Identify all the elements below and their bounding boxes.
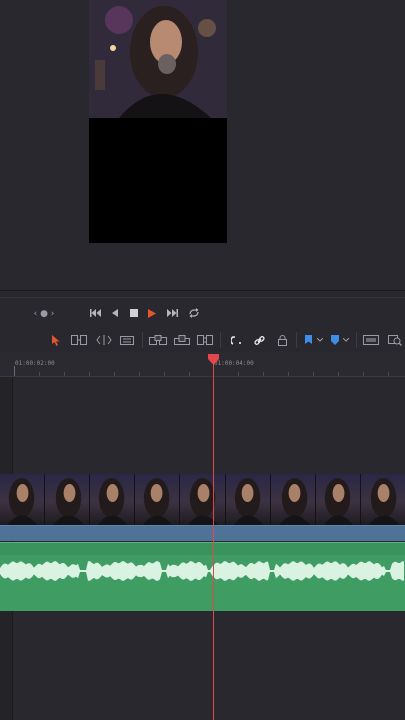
skip-to-end-icon bbox=[167, 309, 178, 317]
stop-icon bbox=[130, 309, 138, 317]
ruler-tick bbox=[313, 372, 314, 376]
flag-button[interactable] bbox=[302, 333, 326, 347]
video-clip[interactable] bbox=[0, 474, 405, 541]
clip-thumbnail bbox=[0, 474, 46, 525]
toolbar-divider bbox=[142, 332, 143, 348]
ruler-tick bbox=[288, 372, 289, 376]
skip-to-end-button[interactable] bbox=[164, 306, 180, 320]
trim-icon bbox=[71, 335, 87, 345]
marker-button[interactable] bbox=[328, 333, 352, 347]
snapping-button[interactable] bbox=[228, 333, 244, 347]
replace-clip-button[interactable] bbox=[196, 333, 214, 347]
playhead-handle[interactable] bbox=[208, 354, 219, 365]
ruler-label-2s: 01:00:02:00 bbox=[15, 360, 55, 367]
trim-edit-mode-button[interactable] bbox=[70, 333, 88, 347]
ruler-tick bbox=[164, 372, 165, 376]
ruler-tick bbox=[89, 372, 90, 376]
blade-icon bbox=[120, 335, 134, 345]
timecode-ruler[interactable]: 01:00:02:00 01:00:04:00 bbox=[0, 352, 405, 377]
preview-letterbox bbox=[89, 118, 227, 243]
ruler-tick bbox=[139, 372, 140, 376]
position-lock-button[interactable] bbox=[274, 333, 290, 347]
ruler-tick bbox=[263, 372, 264, 376]
video-clip-name-bar bbox=[0, 525, 405, 541]
lock-icon bbox=[277, 334, 287, 346]
arrow-pointer-icon bbox=[52, 334, 60, 346]
clip-nav-dots[interactable]: ‹ ● › bbox=[30, 308, 58, 320]
overwrite-clip-icon bbox=[174, 335, 190, 345]
edit-toolbar bbox=[0, 328, 405, 352]
replace-clip-icon bbox=[197, 335, 213, 345]
play-button[interactable] bbox=[145, 306, 159, 320]
ruler-tick bbox=[64, 372, 65, 376]
clip-thumbnail bbox=[270, 474, 316, 525]
ruler-tick bbox=[114, 372, 115, 376]
audio-clip[interactable] bbox=[0, 542, 405, 611]
clip-thumbnail bbox=[180, 474, 226, 525]
magnet-icon bbox=[230, 335, 241, 345]
dynamic-trim-mode-button[interactable] bbox=[95, 333, 113, 347]
clip-thumbnail bbox=[360, 474, 405, 525]
transport-controls: ‹ ● › bbox=[0, 300, 405, 328]
zoom-full-button[interactable] bbox=[361, 333, 381, 347]
ruler-tick bbox=[338, 372, 339, 376]
zoom-detail-button[interactable] bbox=[386, 333, 404, 347]
chevron-down-icon bbox=[343, 338, 349, 342]
clip-thumbnail bbox=[90, 474, 136, 525]
ruler-tick bbox=[14, 366, 15, 376]
play-icon bbox=[148, 308, 156, 318]
clip-thumbnail bbox=[135, 474, 181, 525]
ruler-tick bbox=[39, 372, 40, 376]
step-back-button[interactable] bbox=[108, 306, 122, 320]
clip-thumbnail bbox=[225, 474, 271, 525]
ruler-label-4s: 01:00:04:00 bbox=[214, 360, 254, 367]
magnifier-icon bbox=[388, 334, 402, 346]
toolbar-divider bbox=[220, 332, 221, 348]
marker-icon bbox=[331, 335, 339, 345]
clip-thumbnail bbox=[45, 474, 91, 525]
ruler-tick bbox=[388, 372, 389, 376]
zoom-full-icon bbox=[363, 335, 379, 345]
audio-waveform bbox=[0, 561, 404, 581]
ruler-tick bbox=[238, 372, 239, 376]
toolbar-divider bbox=[296, 332, 297, 348]
flag-icon bbox=[305, 335, 312, 344]
video-clip-thumbnails bbox=[0, 474, 405, 525]
linked-selection-button[interactable] bbox=[251, 333, 267, 347]
overwrite-clip-button[interactable] bbox=[173, 333, 191, 347]
preview-video-image bbox=[89, 0, 227, 118]
step-back-icon bbox=[112, 309, 118, 317]
blade-edit-mode-button[interactable] bbox=[119, 333, 135, 347]
ruler-tick bbox=[189, 372, 190, 376]
ruler-tick bbox=[363, 372, 364, 376]
loop-icon bbox=[189, 308, 199, 318]
divider bbox=[0, 290, 405, 291]
skip-to-start-button[interactable] bbox=[88, 306, 104, 320]
divider bbox=[0, 297, 405, 298]
playhead-line[interactable] bbox=[213, 356, 214, 720]
insert-clip-button[interactable] bbox=[148, 333, 168, 347]
link-icon bbox=[253, 335, 265, 345]
dynamic-trim-icon bbox=[96, 335, 112, 345]
insert-clip-icon bbox=[149, 335, 167, 345]
viewer-panel bbox=[0, 0, 405, 290]
preview-frame[interactable] bbox=[89, 0, 227, 243]
loop-button[interactable] bbox=[186, 306, 202, 320]
clip-thumbnail bbox=[315, 474, 361, 525]
toolbar-divider bbox=[356, 332, 357, 348]
audio-clip-header bbox=[0, 543, 405, 555]
stop-button[interactable] bbox=[127, 306, 141, 320]
skip-to-start-icon bbox=[90, 309, 101, 317]
chevron-down-icon bbox=[317, 338, 323, 342]
selection-mode-button[interactable] bbox=[50, 333, 62, 347]
